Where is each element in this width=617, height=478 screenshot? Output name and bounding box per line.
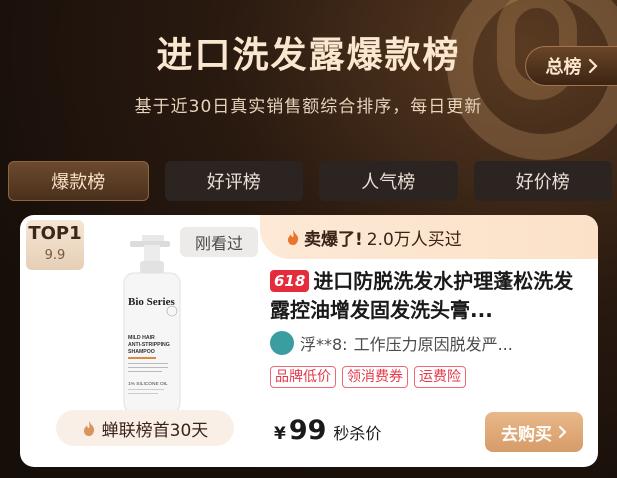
tab-top-rated[interactable]: 好评榜 (164, 161, 303, 201)
price: ¥ 99 秒杀价 (274, 415, 381, 446)
buy-label: 去购买 (501, 424, 552, 445)
hot-sales-text: 卖爆了! 2.0万人买过 (286, 225, 462, 250)
avatar (270, 331, 294, 355)
rank-label: TOP1 (28, 223, 82, 244)
buyers-count: 2.0万人买过 (366, 230, 462, 250)
rank-streak-label: 蝉联榜首30天 (101, 420, 209, 441)
flame-icon (288, 230, 299, 245)
bottle-line: 1% SILICONE OIL (128, 381, 168, 387)
product-image[interactable]: Bio Series MILD HAIR ANTI-STRIPPING SHAM… (106, 235, 216, 415)
promo-badge: 618 (270, 270, 310, 292)
product-title-text: 进口防脱洗发水护理蓬松洗发露控油增发固发洗头膏... (270, 269, 574, 322)
flame-icon (83, 420, 94, 436)
recently-viewed-tag: 刚看过 (180, 227, 258, 257)
tab-hot[interactable]: 爆款榜 (8, 161, 149, 201)
benefit-tag: 运费险 (414, 366, 466, 388)
bottle-line: MILD HAIR (128, 335, 155, 341)
rank-tabs: 爆款榜 好评榜 人气榜 好价榜 (8, 161, 612, 201)
chevron-right-icon (559, 426, 567, 438)
review-text: 工作压力原因脱发严... (353, 335, 513, 354)
bottle-line: ANTI-STRIPPING (128, 342, 170, 348)
product-card[interactable]: 卖爆了! 2.0万人买过 TOP1 9.9 Bio Series MILD HA… (20, 215, 598, 467)
review-user: 浮**8: (300, 335, 348, 354)
page-subtitle: 基于近30日真实销售额综合排序，每日更新 (134, 97, 483, 117)
bottle-brand: Bio Series (128, 296, 175, 308)
price-label: 秒杀价 (333, 424, 382, 443)
hot-emphasis: 卖爆了! (304, 230, 363, 250)
review-snippet[interactable]: 浮**8: 工作压力原因脱发严... (270, 330, 590, 356)
product-title[interactable]: 618 进口防脱洗发水护理蓬松洗发露控油增发固发洗头膏... (270, 267, 588, 325)
price-currency: ¥ (274, 424, 286, 444)
buy-button[interactable]: 去购买 (485, 412, 583, 452)
benefit-tag: 领消费券 (342, 366, 408, 388)
benefit-tags: 品牌低价 领消费券 运费险 (270, 366, 466, 388)
bottle-line: SHAMPOO (128, 349, 155, 355)
benefit-tag: 品牌低价 (270, 366, 336, 388)
page-title: 进口洗发露爆款榜 (156, 35, 461, 76)
chevron-right-icon (588, 58, 598, 74)
all-ranks-button[interactable]: 总榜 (525, 46, 617, 86)
price-value: 99 (288, 415, 327, 446)
all-ranks-label: 总榜 (545, 57, 582, 78)
rank-badge: TOP1 9.9 (26, 220, 84, 270)
rank-streak-badge: 蝉联榜首30天 (56, 410, 234, 446)
tab-popular[interactable]: 人气榜 (319, 161, 458, 201)
tab-best-price[interactable]: 好价榜 (473, 161, 612, 201)
rank-score: 9.9 (44, 248, 66, 263)
